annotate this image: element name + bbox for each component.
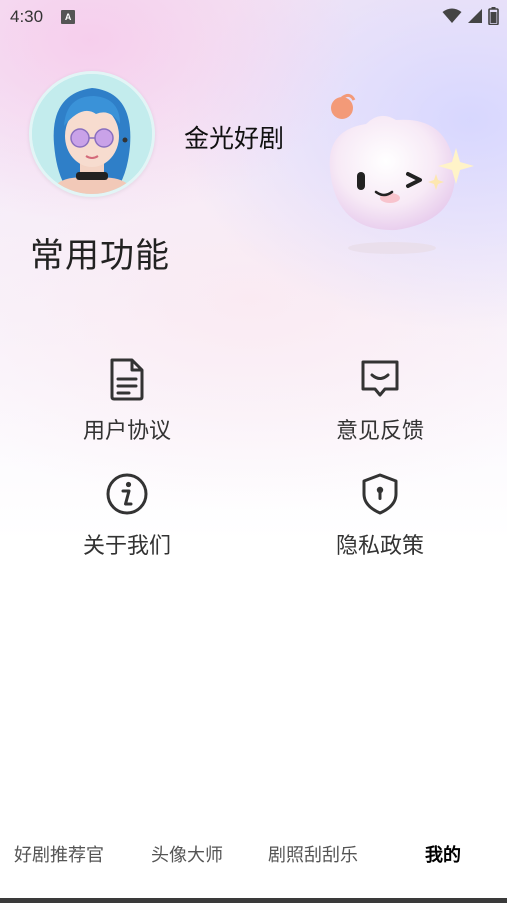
tab-mine[interactable]: 我的 bbox=[425, 841, 461, 867]
status-bar: 4:30 A bbox=[0, 0, 507, 34]
feature-label: 隐私政策 bbox=[335, 534, 424, 559]
tab-still-scratch[interactable]: 剧照刮刮乐 bbox=[268, 841, 358, 867]
app-name: 金光好剧 bbox=[184, 124, 285, 153]
avatar-girl-illustration bbox=[32, 74, 152, 194]
about-us-item[interactable]: 关于我们 bbox=[47, 472, 207, 572]
feedback-item[interactable]: 意见反馈 bbox=[300, 357, 460, 457]
status-time: 4:30 bbox=[10, 7, 44, 26]
user-agreement-item[interactable]: 用户协议 bbox=[47, 357, 207, 457]
notification-icon: A bbox=[61, 10, 76, 24]
battery-icon bbox=[488, 7, 499, 25]
section-title: 常用功能 bbox=[30, 236, 170, 276]
mascot-illustration bbox=[329, 93, 474, 254]
shield-icon bbox=[362, 473, 398, 515]
privacy-policy-item[interactable]: 隐私政策 bbox=[300, 472, 460, 572]
tab-drama-recommender[interactable]: 好剧推荐官 bbox=[14, 841, 104, 867]
tab-avatar-master[interactable]: 头像大师 bbox=[151, 841, 223, 867]
avatar[interactable] bbox=[29, 71, 155, 197]
document-icon bbox=[110, 358, 144, 401]
bottom-tab-bar: 好剧推荐官 头像大师 剧照刮刮乐 我的 bbox=[0, 825, 507, 885]
feedback-icon bbox=[361, 360, 399, 397]
wifi-icon bbox=[442, 8, 462, 23]
feature-label: 用户协议 bbox=[82, 419, 171, 444]
bottom-edge bbox=[0, 898, 507, 903]
feature-label: 关于我们 bbox=[82, 534, 171, 559]
signal-icon bbox=[468, 9, 482, 23]
feature-label: 意见反馈 bbox=[335, 419, 424, 444]
info-icon bbox=[106, 473, 148, 515]
